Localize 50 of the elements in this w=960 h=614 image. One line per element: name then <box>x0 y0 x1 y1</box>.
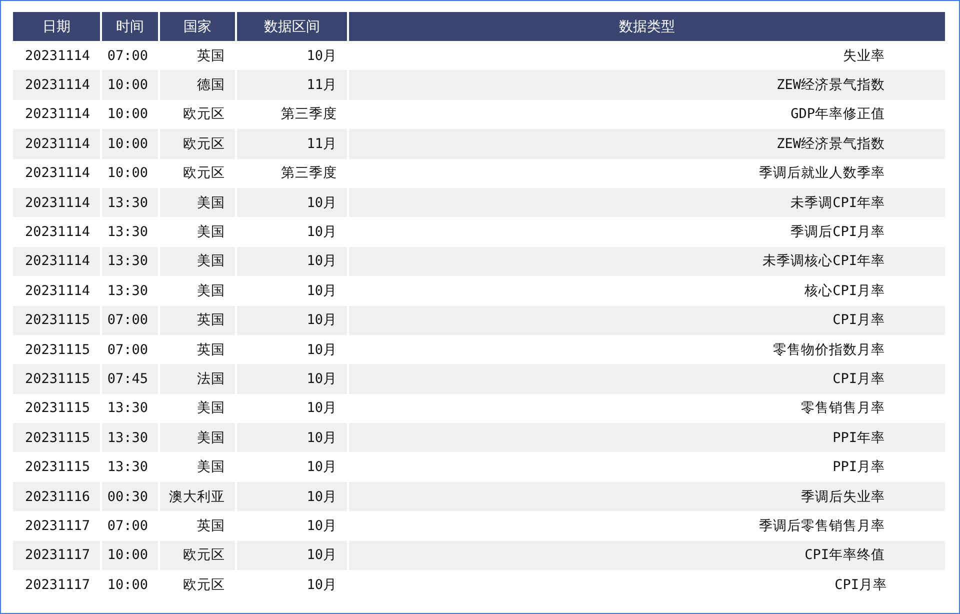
table-cell: 法国 <box>160 364 237 394</box>
table-cell: 未季调CPI年率 <box>349 188 947 218</box>
table-cell: 20231115 <box>13 364 102 394</box>
table-cell: 07:45 <box>102 364 160 394</box>
table-cell: 欧元区 <box>160 129 237 159</box>
table-cell: 13:30 <box>102 423 160 452</box>
table-cell: 10:00 <box>102 540 160 570</box>
table-cell: 11月 <box>237 129 349 159</box>
column-header: 数据类型 <box>349 12 947 41</box>
table-cell: 10月 <box>237 364 349 394</box>
column-header: 时间 <box>102 12 160 41</box>
table-cell: 20231115 <box>13 423 102 452</box>
table-cell: 13:30 <box>102 188 160 218</box>
table-cell: 07:00 <box>102 306 160 335</box>
table-cell: 20231114 <box>13 188 102 218</box>
table-cell: 20231114 <box>13 129 102 159</box>
table-cell: ZEW经济景气指数 <box>349 129 947 159</box>
table-cell: 20231114 <box>13 246 102 276</box>
table-cell: CPI年率终值 <box>349 540 947 570</box>
table-cell: ZEW经济景气指数 <box>349 70 947 100</box>
table-cell: 00:30 <box>102 482 160 512</box>
table-cell: 20231117 <box>13 540 102 570</box>
table-cell: 美国 <box>160 246 237 276</box>
table-cell: CPI月率 <box>349 306 947 335</box>
table-cell: 未季调核心CPI年率 <box>349 246 947 276</box>
table-cell: 欧元区 <box>160 540 237 570</box>
table-cell: 20231114 <box>13 70 102 100</box>
column-header: 国家 <box>160 12 237 41</box>
table-cell: 10:00 <box>102 70 160 100</box>
table-cell: 20231116 <box>13 482 102 512</box>
table-cell: 13:30 <box>102 246 160 276</box>
column-header: 数据区间 <box>237 12 349 41</box>
table-cell: 10月 <box>237 246 349 276</box>
table-cell: 季调后失业率 <box>349 482 947 512</box>
table-cell: 10月 <box>237 423 349 452</box>
table-cell: PPI年率 <box>349 423 947 452</box>
table-cell: 英国 <box>160 306 237 335</box>
table-cell: 10月 <box>237 188 349 218</box>
table-cell: 德国 <box>160 70 237 100</box>
column-header: 日期 <box>13 12 102 41</box>
table-cell: 澳大利亚 <box>160 482 237 512</box>
table-cell: 20231115 <box>13 306 102 335</box>
table-cell: 10:00 <box>102 129 160 159</box>
table-cell: 美国 <box>160 423 237 452</box>
table-cell: CPI月率 <box>349 364 947 394</box>
table-cell: 10月 <box>237 482 349 512</box>
table-cell: 11月 <box>237 70 349 100</box>
table-cell: 美国 <box>160 188 237 218</box>
table-cell: 10月 <box>237 306 349 335</box>
table-cell: 10月 <box>237 540 349 570</box>
